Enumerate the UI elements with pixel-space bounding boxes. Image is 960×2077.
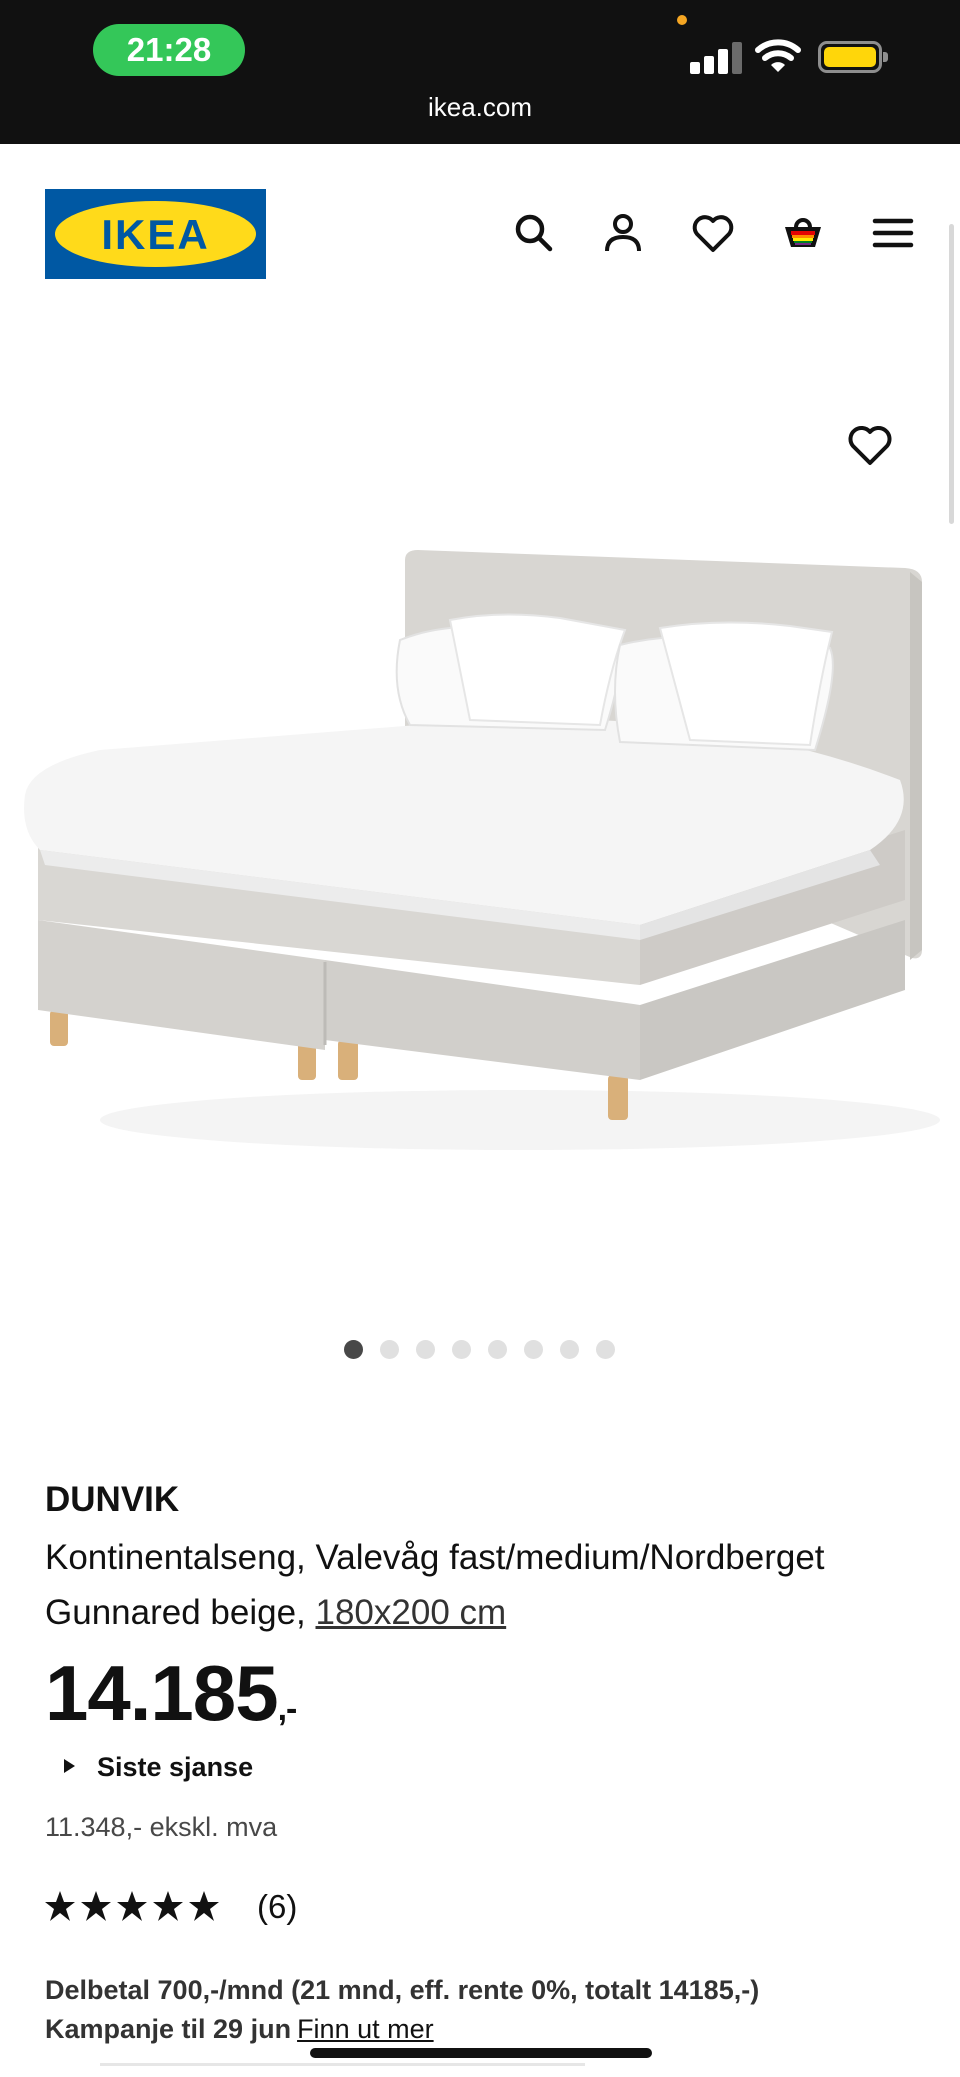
search-icon[interactable] — [510, 209, 558, 257]
product-description: Kontinentalseng, Valevåg fast/medium/Nor… — [45, 1530, 925, 1640]
heart-icon[interactable] — [689, 209, 737, 257]
installment-info: Delbetal 700,-/mnd (21 mnd, eff. rente 0… — [45, 1975, 760, 2005]
status-time: 21:28 — [93, 24, 245, 76]
carousel-dot[interactable] — [344, 1340, 363, 1359]
add-to-favorites-button[interactable] — [845, 420, 895, 470]
price-amount: 14.185 — [45, 1649, 279, 1737]
divider — [100, 2063, 585, 2066]
heart-icon — [848, 426, 892, 465]
campaign-text: Kampanje til 29 jun — [45, 2014, 292, 2044]
rating-count: (6) — [257, 1888, 298, 1925]
cellular-signal-icon — [690, 42, 742, 74]
price-ex-vat: 11.348,- ekskl. mva — [45, 1812, 278, 1842]
ikea-logo[interactable]: IKEA — [45, 189, 266, 279]
price-suffix: ,- — [277, 1690, 298, 1728]
carousel-dot[interactable] — [560, 1340, 579, 1359]
campaign-more-link[interactable]: Finn ut mer — [297, 2014, 434, 2044]
profile-icon[interactable] — [599, 209, 647, 257]
last-chance-toggle[interactable]: Siste sjanse — [64, 1752, 253, 1783]
carousel-dot[interactable] — [488, 1340, 507, 1359]
battery-icon — [818, 41, 888, 73]
product-price: 14.185,- — [45, 1648, 298, 1739]
privacy-indicator-dot — [677, 15, 687, 25]
menu-icon[interactable] — [869, 209, 917, 257]
cart-icon[interactable] — [779, 209, 827, 257]
last-chance-label: Siste sjanse — [97, 1752, 254, 1782]
campaign-info: Kampanje til 29 jun Finn ut mer — [45, 2009, 434, 2049]
carousel-dot[interactable] — [380, 1340, 399, 1359]
product-brand: DUNVIK — [45, 1480, 180, 1519]
carousel-dot[interactable] — [596, 1340, 615, 1359]
caret-right-icon — [64, 1758, 75, 1773]
url-bar[interactable]: ikea.com — [0, 92, 960, 123]
carousel-dot[interactable] — [524, 1340, 543, 1359]
status-bar: 21:28 ikea.com — [0, 0, 960, 144]
product-image[interactable] — [0, 520, 960, 1170]
wifi-icon — [754, 36, 802, 76]
scroll-indicator — [949, 224, 954, 524]
logo-text: IKEA — [101, 211, 210, 258]
home-indicator[interactable] — [310, 2048, 652, 2058]
carousel-dot[interactable] — [452, 1340, 471, 1359]
size-link[interactable]: 180x200 cm — [316, 1593, 507, 1632]
rating-stars-icon — [45, 1891, 219, 1921]
carousel-dot[interactable] — [416, 1340, 435, 1359]
